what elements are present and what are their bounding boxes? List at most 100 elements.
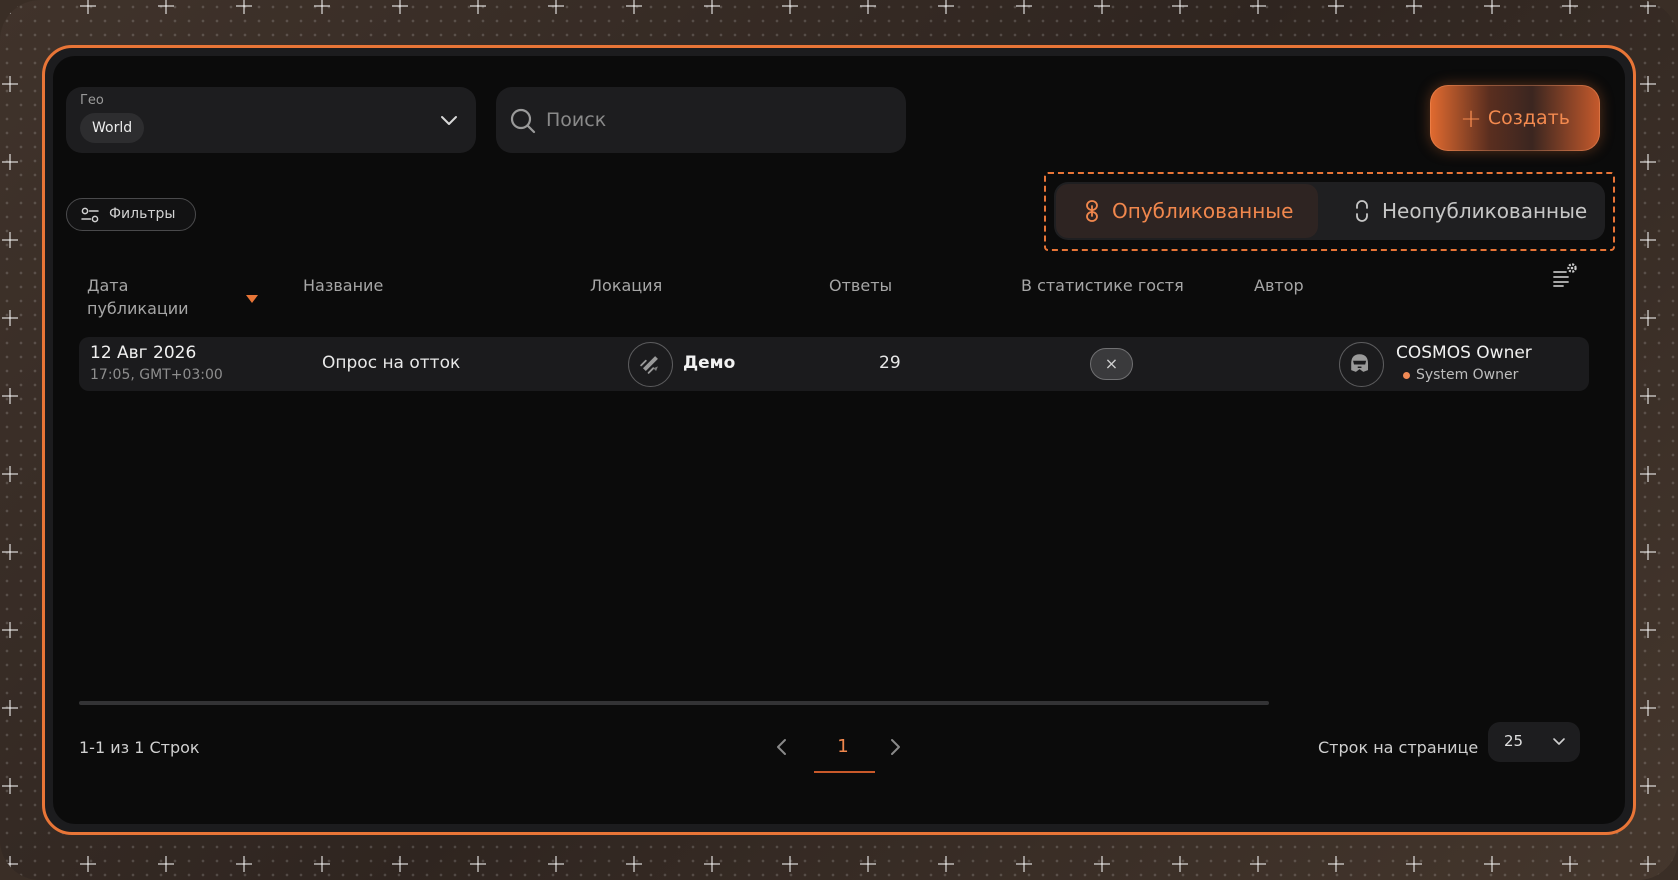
column-header-date[interactable]: Дата публикации xyxy=(87,274,207,320)
background-plus-decoration xyxy=(704,0,720,14)
background-plus-decoration xyxy=(860,0,876,14)
horizontal-scrollbar[interactable] xyxy=(79,701,1269,705)
create-button[interactable]: + Создать xyxy=(1430,85,1600,151)
background-plus-decoration xyxy=(1640,544,1656,560)
stormtrooper-icon xyxy=(1351,354,1368,372)
search-box xyxy=(496,87,906,153)
background-plus-decoration xyxy=(1250,0,1266,14)
rows-range-text: 1-1 из 1 Строк xyxy=(79,738,200,757)
background-plus-decoration xyxy=(548,856,564,872)
tab-unpublished[interactable]: Неопубликованные xyxy=(1326,184,1601,238)
background-plus-decoration xyxy=(1640,388,1656,404)
publish-toggle-highlight: Опубликованные Неопубликованные xyxy=(1044,172,1615,251)
tab-published[interactable]: Опубликованные xyxy=(1056,184,1318,238)
background-plus-decoration xyxy=(158,856,174,872)
background-plus-decoration xyxy=(782,0,798,14)
plus-icon: + xyxy=(1460,104,1482,134)
background-plus-decoration xyxy=(1406,0,1422,14)
sort-desc-icon[interactable] xyxy=(246,295,258,303)
author-avatar xyxy=(1339,342,1384,387)
row-survey-name: Опрос на отток xyxy=(322,353,461,373)
background-plus-decoration xyxy=(938,0,954,14)
geo-value-chip: World xyxy=(80,113,145,143)
column-header-author[interactable]: Автор xyxy=(1254,274,1304,297)
link-icon xyxy=(1086,200,1098,222)
column-header-location[interactable]: Локация xyxy=(590,274,662,297)
highlight-frame: Гео World +Создать Фил xyxy=(42,45,1636,835)
chevron-down-icon xyxy=(441,116,457,125)
tab-unpublished-label: Неопубликованные xyxy=(1382,199,1588,223)
rows-per-page-label: Строк на странице xyxy=(1318,738,1479,757)
background-plus-decoration xyxy=(2,700,18,716)
background-plus-decoration xyxy=(1562,0,1578,14)
background-plus-decoration xyxy=(158,0,174,14)
planet-icon xyxy=(640,356,658,374)
location-avatar xyxy=(628,342,673,387)
geo-label: Гео xyxy=(80,93,104,108)
column-header-guest-stats[interactable]: В статистике гостя xyxy=(1021,274,1184,297)
rows-per-page-select[interactable]: 25 xyxy=(1488,722,1580,762)
chevron-left-icon[interactable] xyxy=(767,732,797,762)
column-settings-icon[interactable] xyxy=(1551,261,1579,289)
background-plus-decoration xyxy=(782,856,798,872)
background-plus-decoration xyxy=(2,154,18,170)
background-plus-decoration xyxy=(1640,310,1656,326)
background-plus-decoration xyxy=(1562,856,1578,872)
background-plus-decoration xyxy=(1640,778,1656,794)
background-plus-decoration xyxy=(1640,622,1656,638)
background-plus-decoration xyxy=(2,466,18,482)
page-number-current[interactable]: 1 xyxy=(813,736,873,757)
row-date: 12 Авг 2026 xyxy=(90,343,197,363)
background-plus-decoration xyxy=(2,856,18,872)
background-plus-decoration xyxy=(1094,856,1110,872)
background-plus-decoration xyxy=(1328,0,1344,14)
background-plus-decoration xyxy=(1172,0,1188,14)
background-plus-decoration xyxy=(860,856,876,872)
background-plus-decoration xyxy=(470,0,486,14)
column-header-answers[interactable]: Ответы xyxy=(829,274,892,297)
background-plus-decoration xyxy=(2,388,18,404)
background-plus-decoration xyxy=(2,778,18,794)
geo-select[interactable]: Гео World xyxy=(66,87,476,153)
background-plus-decoration xyxy=(392,856,408,872)
chevron-right-icon[interactable] xyxy=(880,732,910,762)
background-plus-decoration xyxy=(2,232,18,248)
background-plus-decoration xyxy=(2,310,18,326)
filters-label: Фильтры xyxy=(109,206,176,222)
background-plus-decoration xyxy=(938,856,954,872)
background-plus-decoration xyxy=(1484,856,1500,872)
column-header-name[interactable]: Название xyxy=(303,274,383,297)
table-row[interactable]: 12 Авг 2026 17:05, GMT+03:00 Опрос на от… xyxy=(79,337,1589,391)
background-plus-decoration xyxy=(548,0,564,14)
background-plus-decoration xyxy=(470,856,486,872)
background-plus-decoration xyxy=(2,622,18,638)
row-author-name: COSMOS Owner xyxy=(1396,343,1532,363)
background-plus-decoration xyxy=(1640,154,1656,170)
background-plus-decoration xyxy=(704,856,720,872)
background-plus-decoration xyxy=(1640,232,1656,248)
row-location: Демо xyxy=(683,353,736,373)
background-plus-decoration xyxy=(1640,856,1656,872)
background-plus-decoration xyxy=(1094,0,1110,14)
background-plus-decoration xyxy=(392,0,408,14)
background-plus-decoration xyxy=(1640,0,1656,14)
background-plus-decoration xyxy=(1016,856,1032,872)
search-input[interactable] xyxy=(546,105,886,135)
background-plus-decoration xyxy=(236,0,252,14)
background-plus-decoration xyxy=(2,544,18,560)
publish-toggle: Опубликованные Неопубликованные xyxy=(1054,182,1605,240)
background-plus-decoration xyxy=(2,0,18,14)
background-plus-decoration xyxy=(1016,0,1032,14)
background-plus-decoration xyxy=(1328,856,1344,872)
filters-button[interactable]: Фильтры xyxy=(66,198,196,231)
background-plus-decoration xyxy=(626,0,642,14)
row-author-role: System Owner xyxy=(1416,367,1519,383)
unlink-icon xyxy=(1356,200,1368,222)
background-plus-decoration xyxy=(1640,466,1656,482)
background-plus-decoration xyxy=(236,856,252,872)
guest-stats-badge: × xyxy=(1090,348,1133,380)
rows-per-page-value: 25 xyxy=(1504,732,1524,750)
search-icon xyxy=(510,108,536,134)
background-plus-decoration xyxy=(1640,700,1656,716)
row-time: 17:05, GMT+03:00 xyxy=(90,367,223,383)
